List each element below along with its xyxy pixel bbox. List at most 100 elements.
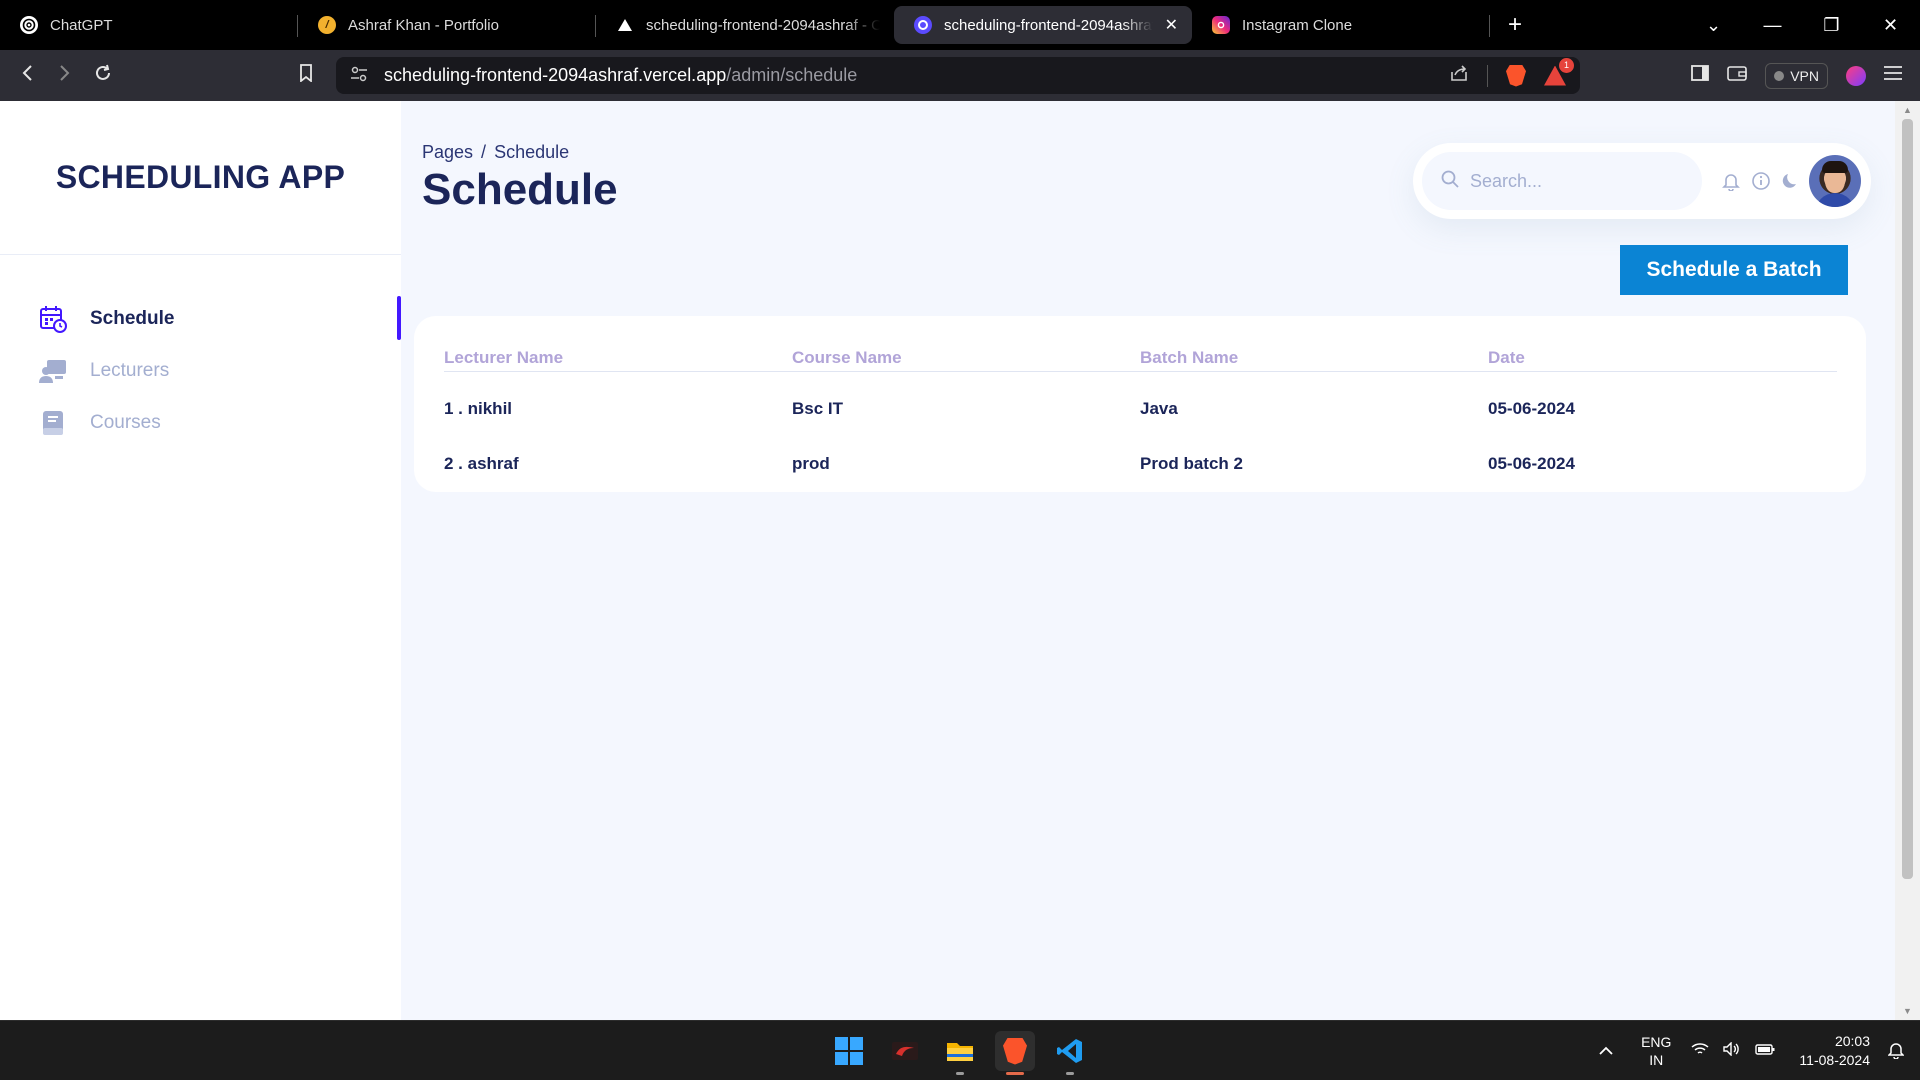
bell-icon[interactable] [1719,169,1743,193]
tab-title: scheduling-frontend-2094ashraf - C [646,16,880,34]
chatgpt-icon [20,16,38,34]
info-icon[interactable] [1749,169,1773,193]
scroll-down-icon[interactable]: ▼ [1895,1006,1920,1016]
taskbar-app-file-explorer[interactable] [940,1031,980,1075]
book-icon [38,408,68,438]
language-indicator[interactable]: ENG IN [1641,1033,1671,1069]
start-button[interactable] [829,1031,869,1071]
brave-shields-icon[interactable] [1506,64,1526,87]
schedule-table-card: Lecturer Name Course Name Batch Name Dat… [414,316,1866,492]
site-settings-icon[interactable] [350,66,368,86]
breadcrumb: Pages / Schedule [422,142,569,163]
vpn-label: VPN [1790,67,1819,84]
new-tab-button[interactable]: + [1508,11,1522,39]
tab-search-icon[interactable]: ⌄ [1684,15,1743,36]
tab-title: Instagram Clone [1242,16,1353,34]
vpn-status-icon [1774,70,1785,81]
folder-icon [947,1043,973,1061]
devtools-app-icon [892,1042,918,1060]
vercel-icon [616,16,634,34]
course-name-cell: prod [792,454,830,473]
browser-toolbar: scheduling-frontend-2094ashraf.vercel.ap… [0,50,1920,101]
restore-icon[interactable]: ❐ [1802,15,1861,36]
brave-icon [1003,1037,1027,1065]
taskbar-app-vscode[interactable] [1050,1031,1090,1075]
close-window-icon[interactable]: ✕ [1861,15,1920,36]
app-icon [914,16,932,34]
sidebar-nav: Schedule Lecturers Courses [0,255,401,449]
menu-icon[interactable] [1884,66,1902,85]
batch-name-cell: Prod batch 2 [1140,454,1243,473]
search-input[interactable] [1470,170,1690,192]
back-icon[interactable] [8,64,46,88]
sidebar-item-label: Courses [90,412,161,433]
notification-bell-icon[interactable] [1887,1041,1905,1062]
browser-tab-active[interactable]: scheduling-frontend-2094ashraf ✕ [894,6,1192,44]
volume-icon[interactable] [1723,1041,1741,1060]
brave-rewards-icon[interactable]: 1 [1544,57,1574,86]
browser-profile-icon[interactable] [1846,65,1866,86]
battery-icon[interactable] [1755,1042,1775,1060]
instagram-icon [1212,16,1230,34]
vpn-button[interactable]: VPN [1765,62,1828,89]
system-clock[interactable]: 20:03 11-08-2024 [1799,1032,1870,1070]
sidebar: SCHEDULING APP Schedule Lecturers Course [0,101,401,1020]
tray-icons [1691,1041,1775,1060]
sidebar-item-lecturers[interactable]: Lecturers [0,345,401,397]
bookmark-icon[interactable] [287,63,325,88]
sidebar-item-courses[interactable]: Courses [0,397,401,449]
windows-icon [835,1037,863,1065]
address-bar[interactable]: scheduling-frontend-2094ashraf.vercel.ap… [336,57,1580,94]
page-scrollbar[interactable]: ▲ ▼ [1895,101,1920,1020]
app-brand: SCHEDULING APP [0,101,401,255]
column-header-batch[interactable]: Batch Name [1140,348,1238,368]
close-tab-icon[interactable]: ✕ [1165,15,1178,35]
web-page: SCHEDULING APP Schedule Lecturers Course [0,101,1920,1020]
avatar[interactable] [1809,155,1861,207]
url-host: scheduling-frontend-2094ashraf.vercel.ap… [384,65,727,85]
column-header-course[interactable]: Course Name [792,348,902,368]
breadcrumb-root[interactable]: Pages [422,142,473,162]
column-header-date[interactable]: Date [1488,348,1525,368]
sidebar-item-label: Lecturers [90,360,170,381]
scrollbar-thumb[interactable] [1902,119,1913,879]
schedule-batch-button[interactable]: Schedule a Batch [1620,245,1848,295]
lecturer-name-cell: 2 . ashraf [444,454,519,473]
reload-icon[interactable] [84,63,122,89]
sidebar-toggle-icon[interactable] [1691,65,1710,86]
language-code: ENG [1641,1034,1672,1050]
search-icon [1440,169,1460,194]
date-cell: 05-06-2024 [1488,454,1575,473]
minimize-icon[interactable]: — [1743,15,1802,36]
forward-icon[interactable] [46,64,84,88]
clock-date: 11-08-2024 [1799,1052,1870,1068]
tab-title: Ashraf Khan - Portfolio [348,16,499,34]
portfolio-icon: / [318,16,336,34]
tray-overflow-icon[interactable] [1599,1043,1613,1059]
browser-tab[interactable]: ChatGPT [0,6,298,44]
tab-separator [1489,15,1490,37]
table-header: Lecturer Name Course Name Batch Name Dat… [444,340,1837,372]
window-controls: ⌄ — ❐ ✕ [1684,0,1920,50]
wifi-icon[interactable] [1691,1042,1709,1060]
scroll-up-icon[interactable]: ▲ [1895,105,1920,115]
breadcrumb-current[interactable]: Schedule [494,142,569,162]
table-row[interactable]: 1 . nikhil Bsc IT Java 05-06-2024 [444,399,1837,429]
column-header-lecturer[interactable]: Lecturer Name [444,348,563,368]
sidebar-item-schedule[interactable]: Schedule [0,293,401,345]
header-toolbar [1413,143,1871,219]
browser-tab[interactable]: / Ashraf Khan - Portfolio [298,6,596,44]
share-icon[interactable] [1449,64,1469,87]
browser-tab[interactable]: scheduling-frontend-2094ashraf - C [596,6,894,44]
system-tray: ENG IN 20:03 11-08-2024 [1599,1021,1920,1080]
table-row[interactable]: 2 . ashraf prod Prod batch 2 05-06-2024 [444,454,1837,484]
running-indicator [956,1072,964,1075]
main-content: Pages/Schedule Schedule Schedul [401,101,1895,1020]
browser-tab[interactable]: Instagram Clone [1192,6,1490,44]
wallet-icon[interactable] [1727,65,1748,86]
taskbar-app-brave[interactable] [995,1031,1035,1075]
dark-mode-icon[interactable] [1779,169,1803,193]
clock-time: 20:03 [1834,1033,1870,1049]
taskbar-app-terminal[interactable] [885,1031,925,1071]
vscode-icon [1057,1039,1082,1063]
